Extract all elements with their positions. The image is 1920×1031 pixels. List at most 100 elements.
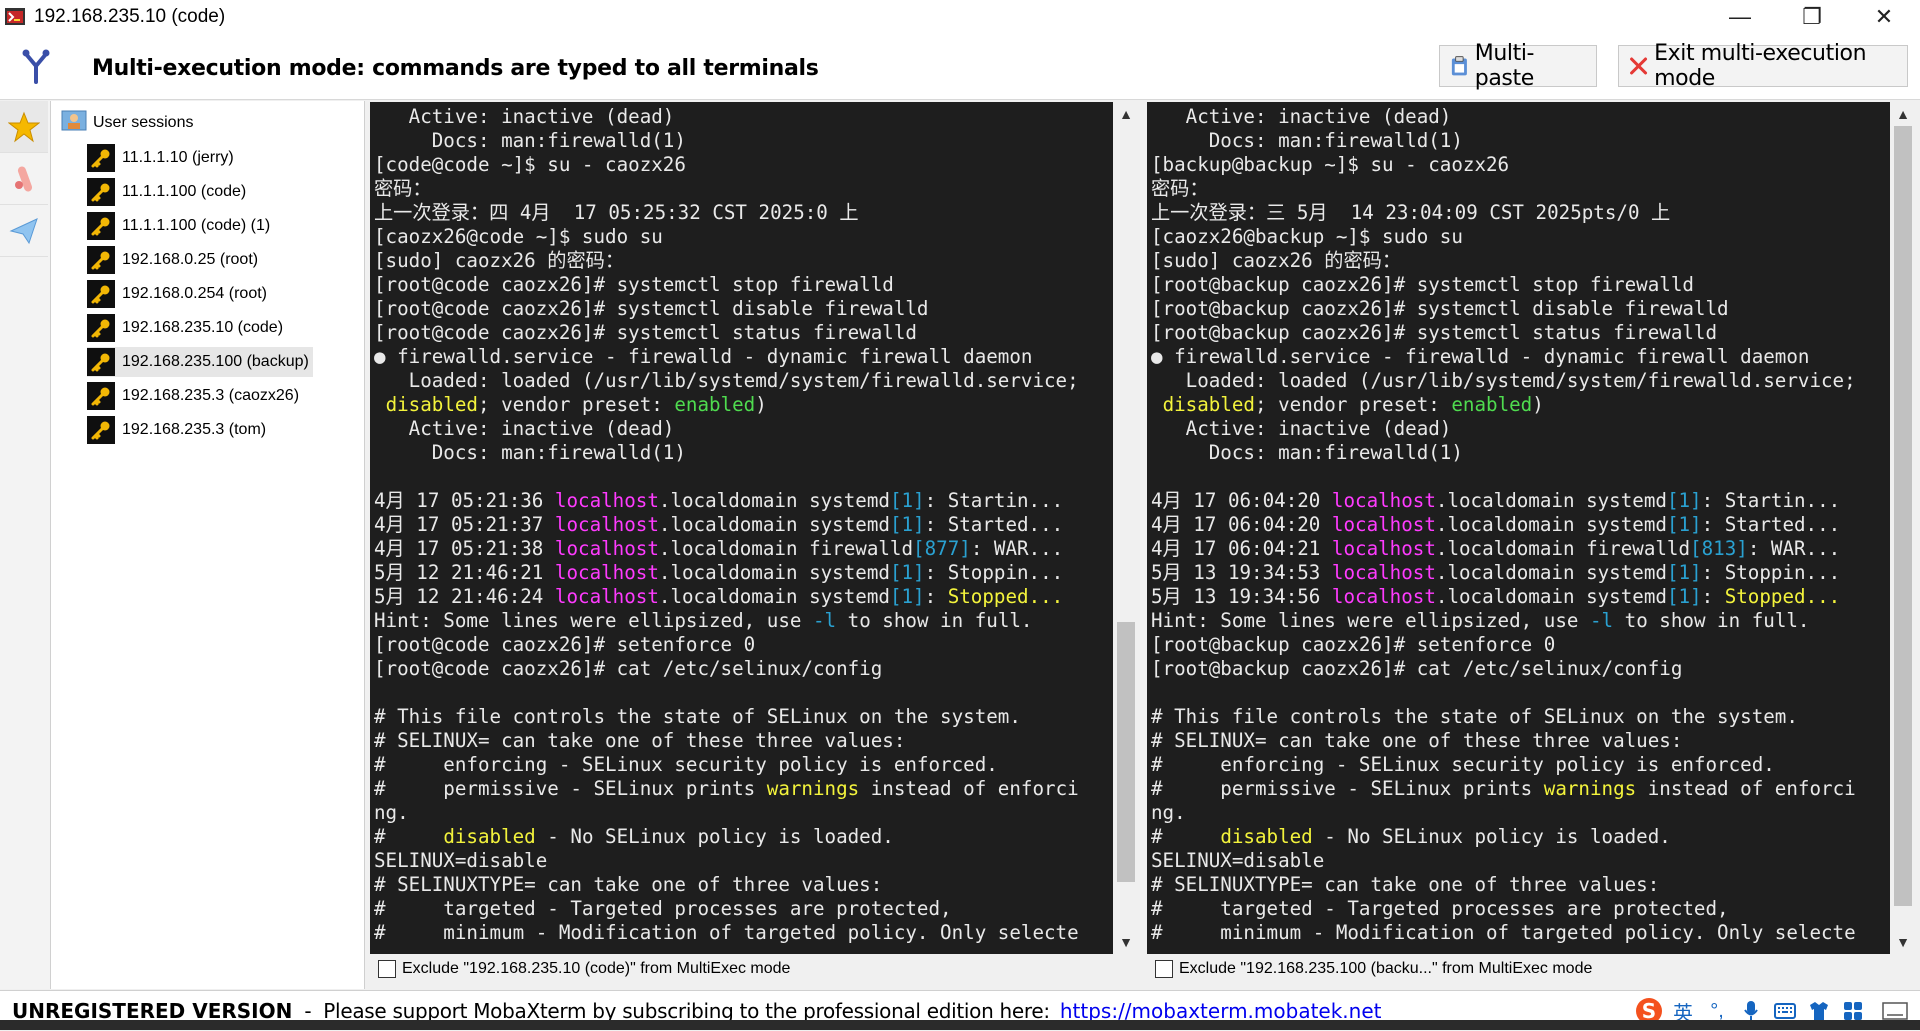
scroll-down-icon[interactable]: ▼ [1891,930,1915,954]
terminal-line: [root@backup caozx26]# setenforce 0 [1151,633,1890,657]
terminal-text: # permissive - SELinux prints [374,777,767,800]
terminal-text: 上一次登录：四 4月 17 05:25:32 CST 2025:0 上 [374,201,859,224]
exclude-backup-checkbox[interactable]: Exclude "192.168.235.100 (backu..." from… [1155,960,1592,978]
session-item[interactable]: 192.168.235.3 (caozx26) [87,381,303,411]
terminal-text: ) [755,393,767,416]
terminal-line: Active: inactive (dead) [1151,105,1890,129]
scroll-down-icon[interactable]: ▼ [1114,930,1138,954]
scrollbar-thumb[interactable] [1894,126,1912,906]
terminal-text: [root@backup caozx26]# systemctl stop fi… [1151,273,1694,296]
terminal-text: localhost [554,537,659,560]
terminal-text: Stopped... [947,585,1064,608]
session-item[interactable]: 192.168.0.254 (root) [87,279,271,309]
session-item[interactable]: 11.1.1.100 (code) [87,177,250,207]
checkbox-box[interactable] [378,960,396,978]
exclude-code-checkbox[interactable]: Exclude "192.168.235.10 (code)" from Mul… [378,960,790,978]
terminal-text: Docs: man:firewalld(1) [1151,129,1463,152]
minimize-button[interactable]: — [1704,0,1776,34]
terminal-text: [1] [889,513,925,536]
terminal-text: [root@backup caozx26]# systemctl status … [1151,321,1718,344]
terminal-text: - No SELinux policy is loaded. [1312,825,1671,848]
terminal-text: : WAR... [1747,537,1841,560]
terminal-text: disabled [443,825,536,848]
terminal-output: Active: inactive (dead) Docs: man:firewa… [1151,105,1890,945]
terminal-text: disabled [1162,393,1255,416]
tab-macros[interactable] [0,205,48,257]
red-x-icon [1630,57,1648,75]
paper-plane-icon [9,217,38,244]
user-sessions-folder[interactable]: User sessions [61,109,193,136]
exit-multiexec-button[interactable]: Exit multi-execution mode [1618,41,1908,91]
session-item[interactable]: 192.168.235.3 (tom) [87,415,270,445]
scroll-up-icon[interactable]: ▲ [1114,102,1138,126]
session-item[interactable]: 192.168.235.100 (backup) [87,347,313,377]
tab-tools[interactable] [0,153,48,205]
terminal-text: Stopped... [1724,585,1841,608]
terminal-text: # minimum - Modification of targeted pol… [374,921,1079,944]
terminal-text: [backup@backup ~]$ su - caozx26 [1151,153,1510,176]
terminal-line: [sudo] caozx26 的密码： [1151,249,1890,273]
session-label: 192.168.235.10 (code) [122,319,284,336]
terminal-text: 4月 17 05:21:38 [374,537,555,560]
session-item[interactable]: 192.168.235.10 (code) [87,313,287,343]
sessions-panel: User sessions 11.1.1.10 (jerry) 11.1.1.10… [51,101,365,989]
terminal-text: # SELINUXTYPE= can take one of three val… [1151,873,1660,896]
terminal-backup-scrollbar[interactable]: ▲ ▼ [1891,102,1915,954]
session-item[interactable]: 11.1.1.100 (code) (1) [87,211,274,241]
session-item[interactable]: 192.168.0.25 (root) [87,245,262,275]
session-item[interactable]: 11.1.1.10 (jerry) [87,143,238,173]
toolbox-icon[interactable] [1836,1001,1870,1021]
terminal-text: Docs: man:firewalld(1) [374,441,686,464]
terminal-line: 4月 17 05:21:36 localhost.localdomain sys… [374,489,1113,513]
terminal-text: SELINUX=disable [374,849,548,872]
exclude-backup-label: Exclude "192.168.235.100 (backu..." from… [1179,960,1593,977]
terminal-code[interactable]: Active: inactive (dead) Docs: man:firewa… [370,102,1113,954]
tab-sessions[interactable] [0,101,48,153]
terminal-text: 上一次登录：三 5月 14 23:04:09 CST 2025pts/0 上 [1151,201,1671,224]
terminal-text: [1] [1666,489,1702,512]
terminal-text: ● firewalld.service - firewalld - dynami… [1151,345,1810,368]
more-icon[interactable] [1870,1002,1920,1020]
close-button[interactable]: ✕ [1848,0,1920,34]
terminal-text: [root@code caozx26]# cat /etc/selinux/co… [374,657,883,680]
maximize-button[interactable]: ❐ [1776,0,1848,34]
terminal-text: [877] [913,537,971,560]
terminal-text: localhost [554,513,659,536]
terminal-text: 5月 13 19:34:53 [1151,561,1332,584]
microphone-icon[interactable] [1734,1000,1768,1022]
terminal-text: instead of enforci [859,777,1079,800]
terminal-text: .localdomain systemd [1435,561,1667,584]
terminal-text: [root@code caozx26]# setenforce 0 [374,633,756,656]
fork-icon [20,48,52,89]
terminal-text: : [924,585,948,608]
scroll-up-icon[interactable]: ▲ [1891,102,1915,126]
skin-icon[interactable] [1802,1001,1836,1021]
mobatek-link[interactable]: https://mobaxterm.mobatek.net [1060,999,1382,1023]
terminal-text: localhost [1331,537,1436,560]
terminal-text: enabled [674,393,756,416]
session-label: 192.168.0.25 (root) [122,251,259,268]
terminal-text: .localdomain systemd [658,513,890,536]
multi-paste-button[interactable]: Multi-paste [1439,41,1597,91]
terminal-text: [sudo] caozx26 的密码： [374,249,625,272]
terminal-line: 4月 17 06:04:21 localhost.localdomain fir… [1151,537,1890,561]
terminal-code-scrollbar[interactable]: ▲ ▼ [1114,102,1138,954]
ssh-key-icon [87,416,115,444]
checkbox-box[interactable] [1155,960,1173,978]
terminal-line: Docs: man:firewalld(1) [1151,129,1890,153]
terminal-text: -l [812,609,837,632]
terminal-text: -l [1589,609,1614,632]
terminal-text: .localdomain firewalld [1435,537,1691,560]
terminal-text: enabled [1451,393,1533,416]
terminal-text: ; vendor preset: [1254,393,1452,416]
session-label: 192.168.0.254 (root) [122,285,267,302]
terminal-text: # SELINUX= can take one of these three v… [1151,729,1683,752]
keyboard-icon[interactable] [1768,1003,1802,1019]
terminal-line: # permissive - SELinux prints warnings i… [1151,777,1890,801]
terminal-backup[interactable]: Active: inactive (dead) Docs: man:firewa… [1147,102,1890,954]
multi-paste-label: Multi-paste [1474,41,1535,91]
scrollbar-thumb[interactable] [1117,622,1135,882]
terminal-text: # This file controls the state of SELinu… [1151,705,1798,728]
terminal-line: 4月 17 06:04:20 localhost.localdomain sys… [1151,489,1890,513]
